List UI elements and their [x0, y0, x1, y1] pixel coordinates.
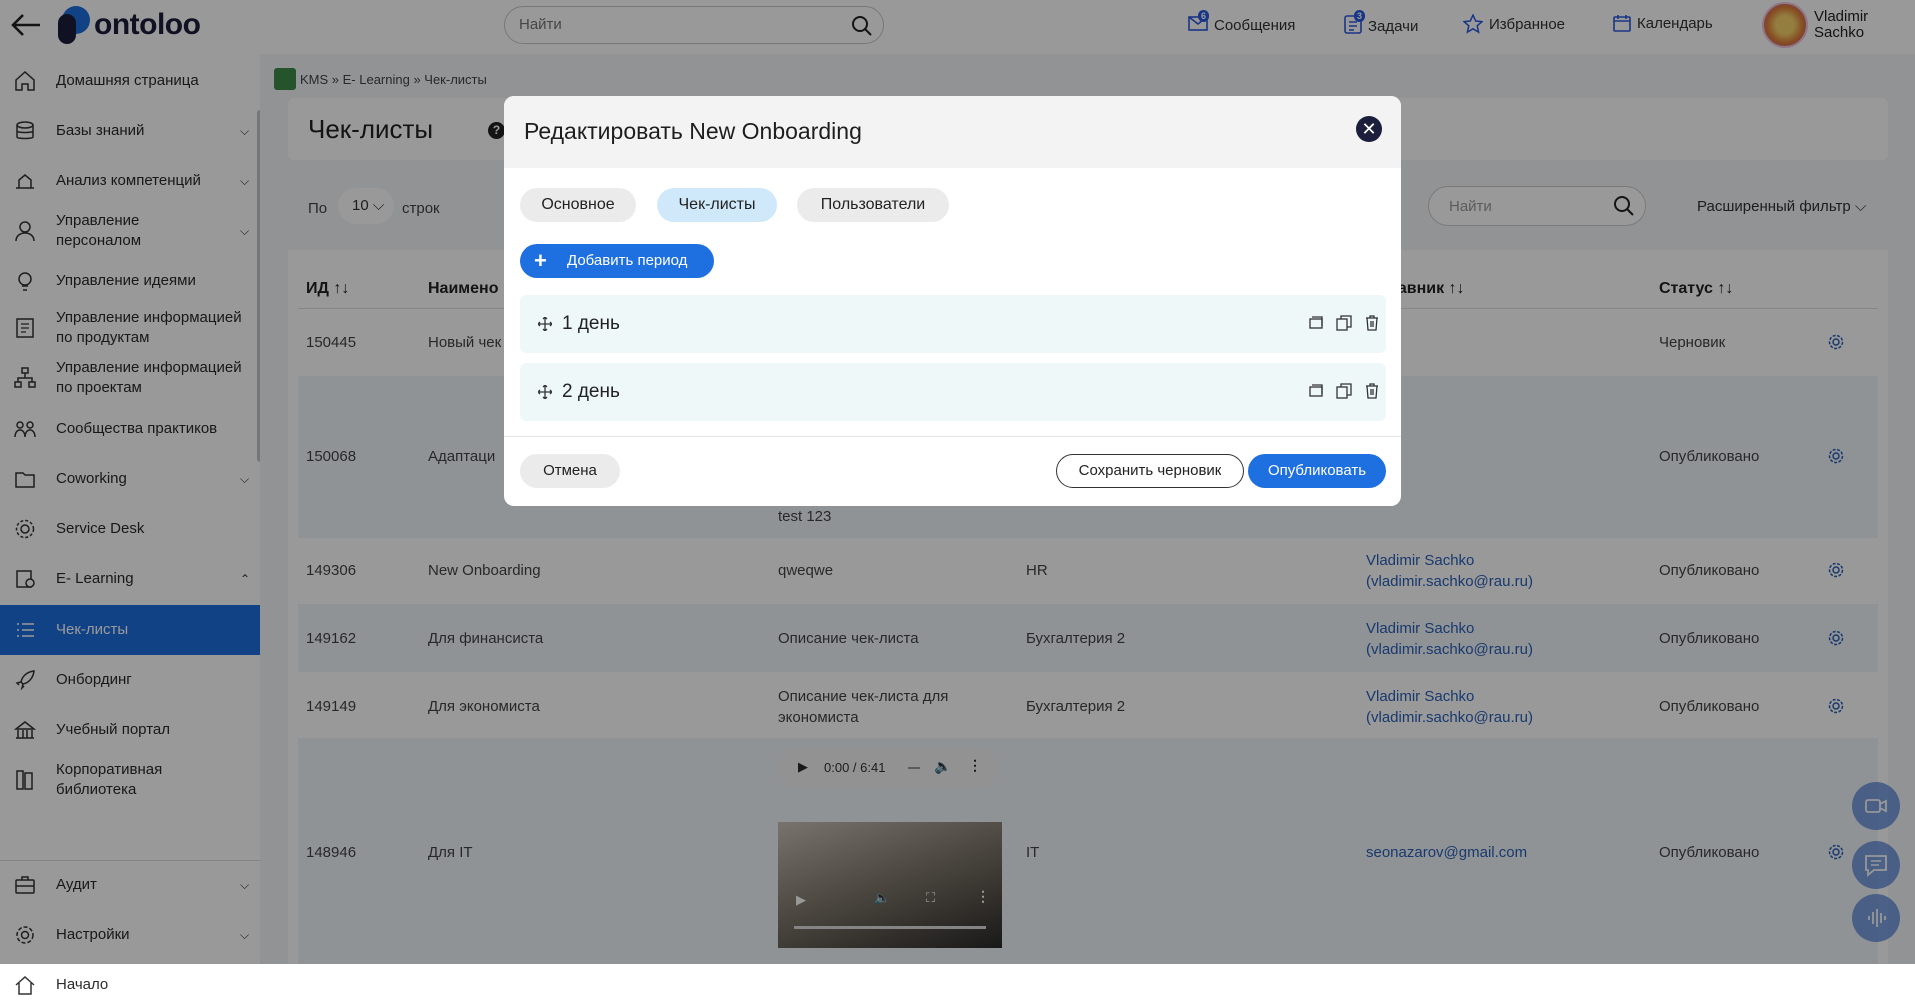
- tab-main[interactable]: Основное: [520, 188, 636, 222]
- close-icon[interactable]: ✕: [1356, 116, 1382, 142]
- period-item[interactable]: 2 день: [520, 363, 1386, 421]
- sidebar-item-start[interactable]: Начало: [0, 970, 260, 1000]
- trash-icon[interactable]: [1364, 315, 1380, 331]
- edit-icon[interactable]: [1308, 383, 1324, 399]
- modal-header: Редактировать New Onboarding ✕: [504, 96, 1401, 168]
- trash-icon[interactable]: [1364, 383, 1380, 399]
- add-period-label: Добавить период: [567, 252, 688, 269]
- drag-handle-icon[interactable]: [538, 385, 552, 399]
- modal-title: Редактировать New Onboarding: [524, 118, 862, 144]
- copy-icon[interactable]: [1336, 383, 1352, 399]
- period-label: 1 день: [562, 313, 620, 334]
- plus-icon: +: [534, 248, 547, 273]
- modal-footer-divider: [504, 436, 1401, 437]
- edit-icon[interactable]: [1308, 315, 1324, 331]
- tab-checklists[interactable]: Чек-листы: [657, 188, 777, 222]
- edit-modal: Редактировать New Onboarding ✕ Основное …: [504, 96, 1401, 506]
- tab-users[interactable]: Пользователи: [797, 188, 949, 222]
- publish-button[interactable]: Опубликовать: [1248, 454, 1386, 488]
- save-draft-button[interactable]: Сохранить черновик: [1056, 454, 1244, 488]
- cancel-button[interactable]: Отмена: [520, 454, 620, 488]
- add-period-button[interactable]: + Добавить период: [520, 244, 714, 278]
- drag-handle-icon[interactable]: [538, 317, 552, 331]
- sidebar-item-label: Начало: [56, 976, 109, 993]
- start-house-icon: [15, 975, 35, 995]
- copy-icon[interactable]: [1336, 315, 1352, 331]
- period-label: 2 день: [562, 381, 620, 402]
- period-item[interactable]: 1 день: [520, 295, 1386, 353]
